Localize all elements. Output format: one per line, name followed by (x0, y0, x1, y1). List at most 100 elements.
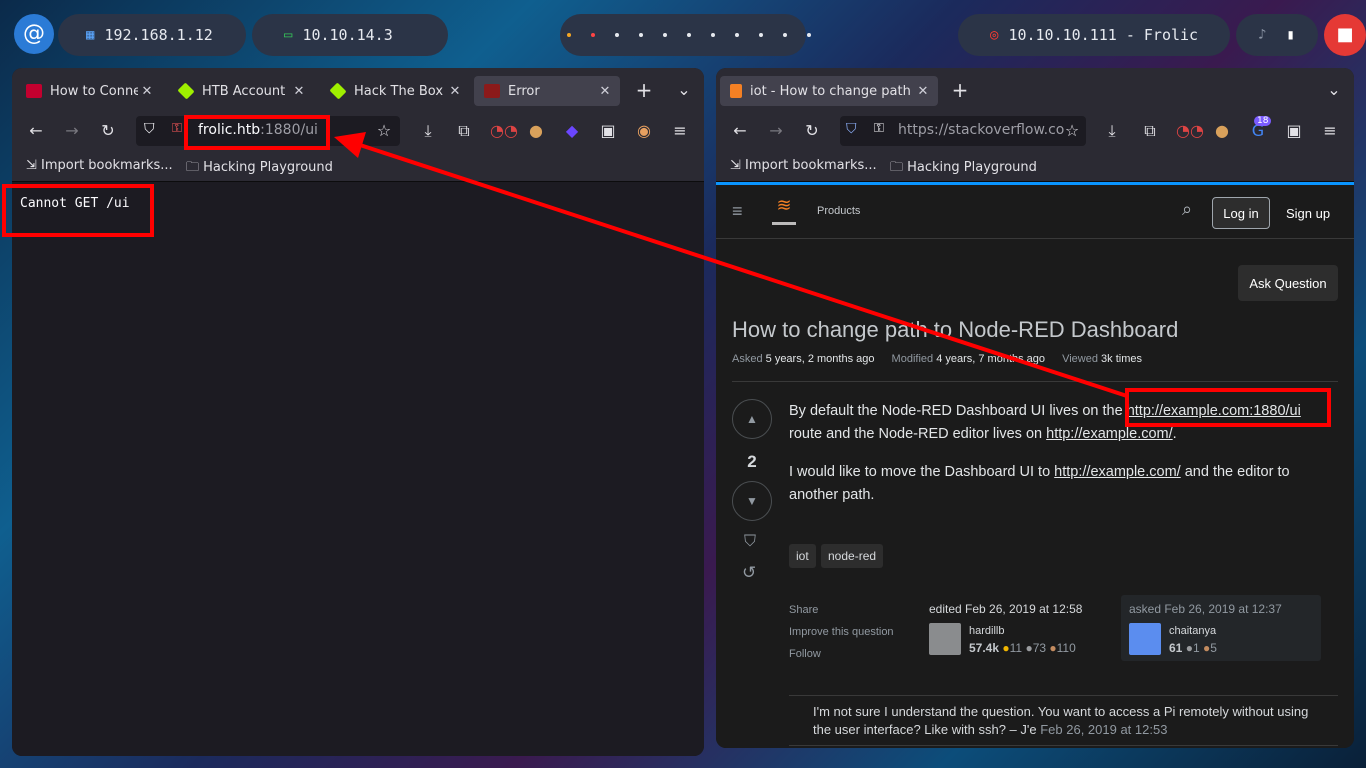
list-tabs-icon[interactable]: ⌄ (674, 80, 694, 100)
left-tab-1[interactable]: HTB Account ✕ (168, 76, 314, 106)
vpn-ip-pill[interactable]: ▭ 10.10.14.3 (252, 14, 448, 56)
close-icon[interactable]: ✕ (138, 84, 156, 99)
asker-rep-value: 61 (1169, 641, 1183, 655)
workspace-dot[interactable] (639, 33, 643, 37)
bookmark-icon[interactable]: ⛉ (744, 533, 756, 551)
right-url-bar[interactable]: ⛉ ⚿ https://stackoverflow.co (840, 116, 1086, 146)
workspace-dot[interactable] (567, 33, 571, 37)
back-icon[interactable]: ← (730, 121, 750, 141)
local-ip-pill[interactable]: ▦ 192.168.1.12 (58, 14, 246, 56)
editor-user-link[interactable]: hardillb (969, 625, 1004, 637)
asker-bronze: 5 (1210, 641, 1217, 655)
close-icon[interactable]: ✕ (446, 84, 464, 99)
htb-cube-icon (177, 82, 195, 100)
hacking-playground-folder[interactable]: 🗀 Hacking Playground (890, 158, 1037, 180)
bookmark-star-icon[interactable]: ☆ (374, 121, 394, 141)
extension-gem-icon[interactable]: ◆ (562, 121, 582, 141)
reload-icon[interactable]: ↻ (802, 121, 822, 141)
new-tab-icon[interactable]: + (950, 80, 970, 100)
products-link[interactable]: Products (817, 205, 860, 217)
extension-card-icon[interactable]: ▣ (598, 121, 618, 141)
workspace-dot[interactable] (807, 33, 811, 37)
ask-question-button[interactable]: Ask Question (1238, 265, 1338, 301)
body-p2b-text: and the editor to (1180, 464, 1290, 480)
import-bookmarks-link[interactable]: ⇲ Import bookmarks... (730, 158, 877, 173)
search-icon[interactable]: ⌕ (1182, 199, 1192, 220)
workspace-dot[interactable] (735, 33, 739, 37)
signup-button[interactable]: Sign up (1278, 197, 1338, 229)
cookie-icon[interactable]: ● (526, 121, 546, 141)
workspace-dot[interactable] (711, 33, 715, 37)
workspace-dot[interactable] (591, 33, 595, 37)
stackoverflow-logo-icon[interactable]: ≋ (772, 195, 796, 225)
editor-card: edited Feb 26, 2019 at 12:58 hardillb 57… (923, 595, 1113, 661)
menu-icon[interactable]: ≡ (1320, 121, 1340, 141)
hacking-playground-folder[interactable]: 🗀 Hacking Playground (186, 158, 333, 180)
comment-user-link[interactable]: J'e (1020, 722, 1036, 737)
history-icon[interactable]: ↺ (742, 563, 756, 583)
mute-icon[interactable]: ♪ (1258, 27, 1266, 43)
extension-glasses-icon[interactable]: ◔◔ (490, 121, 518, 141)
forward-icon[interactable]: → (766, 121, 786, 141)
extension-glasses-icon[interactable]: ◔◔ (1176, 121, 1204, 141)
downloads-icon[interactable]: ⤓ (1102, 121, 1122, 141)
hacking-playground-label: Hacking Playground (203, 160, 333, 175)
lock-button[interactable]: ■ (1324, 14, 1366, 56)
left-tab-3[interactable]: Error ✕ (474, 76, 620, 106)
workspace-dot[interactable] (759, 33, 763, 37)
downvote-button[interactable]: ▼ (732, 481, 772, 521)
question-title[interactable]: How to change path to Node-RED Dashboard (732, 317, 1178, 343)
asker-silver: 1 (1192, 641, 1200, 655)
import-bookmarks-link[interactable]: ⇲ Import bookmarks... (26, 158, 173, 173)
forward-icon[interactable]: → (62, 121, 82, 141)
right-tab-0-label: iot - How to change path to (750, 83, 914, 99)
workspace-dot[interactable] (615, 33, 619, 37)
right-tab-0[interactable]: iot - How to change path to ✕ (720, 76, 938, 106)
network-icon: ▦ (86, 27, 95, 43)
workspace-pill[interactable] (560, 14, 806, 56)
editor-url-link[interactable]: http://example.com/ (1046, 426, 1173, 442)
extensions-icon[interactable]: ⧉ (1140, 121, 1160, 141)
extension-card-icon[interactable]: ▣ (1284, 121, 1304, 141)
root-url-link[interactable]: http://example.com/ (1054, 464, 1181, 480)
downloads-icon[interactable]: ⤓ (418, 121, 438, 141)
close-icon[interactable]: ✕ (914, 84, 932, 99)
workspace-dot[interactable] (663, 33, 667, 37)
annotation-url-box (184, 115, 330, 150)
menu-icon[interactable]: ≡ (670, 121, 690, 141)
asker-user-link[interactable]: chaitanya (1169, 625, 1216, 637)
close-icon[interactable]: ✕ (290, 84, 308, 99)
battery-icon: ▮ (1286, 27, 1295, 43)
left-tab-0[interactable]: How to Connec ✕ (16, 76, 162, 106)
tag-node-red[interactable]: node-red (821, 544, 884, 568)
debian-logo-icon[interactable]: @ (14, 14, 54, 54)
improve-question-link[interactable]: Improve this question (789, 621, 894, 643)
bookmark-star-icon[interactable]: ☆ (1062, 121, 1082, 141)
body-paragraph-2b: another path. (789, 487, 875, 503)
hamburger-icon[interactable]: ≡ (732, 201, 743, 222)
new-tab-icon[interactable]: + (634, 80, 654, 100)
cookie-icon[interactable]: ● (1212, 121, 1232, 141)
left-bookmarks-bar: ⇲ Import bookmarks... 🗀 Hacking Playgrou… (12, 150, 704, 182)
reload-icon[interactable]: ↻ (98, 121, 118, 141)
workspace-dot[interactable] (783, 33, 787, 37)
stackoverflow-icon (730, 84, 742, 98)
left-toolbar: ← → ↻ ⛉ ⚿ frolic.htb:1880/ui ☆ ⤓ ⧉ ◔◔ ● … (12, 112, 704, 150)
extension-mask-icon[interactable]: ◉ (634, 121, 654, 141)
follow-link[interactable]: Follow (789, 643, 894, 665)
extensions-icon[interactable]: ⧉ (454, 121, 474, 141)
share-link[interactable]: Share (789, 599, 894, 621)
tag-iot[interactable]: iot (789, 544, 816, 568)
workspace-dot[interactable] (687, 33, 691, 37)
stackoverflow-page: ≡ ≋ Products ⌕ Log in Sign up Ask Questi… (716, 182, 1354, 748)
back-icon[interactable]: ← (26, 121, 46, 141)
target-pill[interactable]: ◎ 10.10.10.111 - Frolic (958, 14, 1230, 56)
login-button[interactable]: Log in (1212, 197, 1270, 229)
close-icon[interactable]: ✕ (596, 84, 614, 99)
list-tabs-icon[interactable]: ⌄ (1324, 80, 1344, 100)
upvote-button[interactable]: ▲ (732, 399, 772, 439)
avatar[interactable] (929, 623, 961, 655)
left-tab-2[interactable]: Hack The Box : ✕ (320, 76, 470, 106)
avatar[interactable] (1129, 623, 1161, 655)
viewed-value: 3k times (1101, 353, 1143, 365)
